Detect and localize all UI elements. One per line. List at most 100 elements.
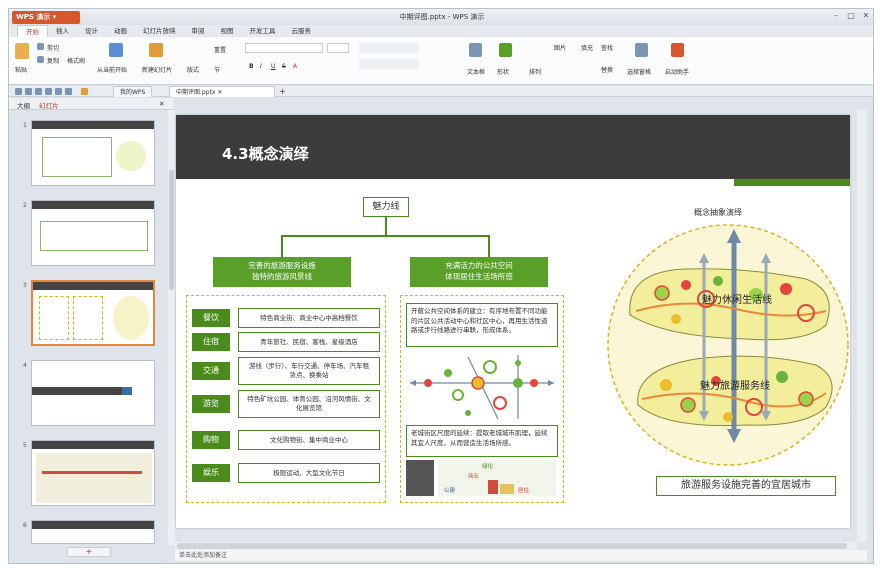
thumb-number: 4 <box>23 362 27 369</box>
more-icon[interactable] <box>81 88 88 95</box>
vertical-scrollbar[interactable] <box>857 110 867 542</box>
tab-home[interactable]: 开始 <box>17 24 48 38</box>
font-color-button[interactable]: A <box>293 63 297 70</box>
notes-area[interactable]: 单击此处添加备注 <box>175 550 867 561</box>
map-label: 居住 <box>518 488 530 494</box>
row-desc: 特色矿坑公园、体育公园、沿河风情街、文化展览馆 <box>238 390 380 418</box>
tab-review[interactable]: 审阅 <box>184 25 213 37</box>
new-slide-icon[interactable] <box>149 43 163 57</box>
slide-thumb[interactable] <box>31 360 155 426</box>
reset-button[interactable]: 重置 <box>214 45 226 54</box>
underline-button[interactable]: U <box>271 63 275 70</box>
preview-icon[interactable] <box>45 88 52 95</box>
paste-icon[interactable] <box>15 43 29 59</box>
tab-design[interactable]: 设计 <box>77 25 106 37</box>
zoning-diagram: 绿化 商业 公建 居住 <box>438 460 556 496</box>
row-desc: 特色商业街、商业中心中高档餐饮 <box>238 308 380 328</box>
thumb-scrollbar[interactable] <box>168 110 175 545</box>
arrange-button[interactable]: 排列 <box>529 67 541 76</box>
thumb-scroll-knob[interactable] <box>169 170 174 290</box>
slide-thumb[interactable] <box>31 200 155 266</box>
redo-icon[interactable] <box>65 88 72 95</box>
row-label: 交通 <box>192 362 230 380</box>
format-painter-button[interactable]: 格式刷 <box>67 56 85 65</box>
slideshow-icon[interactable] <box>109 43 123 57</box>
ribbon-tabs: 开始 插入 设计 动画 幻灯片放映 审阅 视图 开发工具 云服务 <box>9 24 873 38</box>
horizontal-scrollbar[interactable] <box>175 542 857 550</box>
undo-icon[interactable] <box>55 88 62 95</box>
row-label: 餐饮 <box>192 309 230 327</box>
textbox-button[interactable]: 文本框 <box>467 67 485 76</box>
ribbon: 粘贴 剪切 复制 格式刷 从当前开始 新建幻灯片 版式 重置 节 B I U S… <box>9 37 873 85</box>
print-icon[interactable] <box>35 88 42 95</box>
quick-access-bar: 我的WPS 中期评图.pptx ✕ + <box>9 86 873 97</box>
tree-line <box>385 217 387 235</box>
helper-icon[interactable] <box>671 43 684 57</box>
select-pane-button[interactable]: 选择窗格 <box>627 67 651 76</box>
section-button[interactable]: 节 <box>214 65 220 74</box>
pane-close-icon[interactable]: ✕ <box>159 100 164 108</box>
map-label: 绿化 <box>482 464 494 470</box>
italic-button[interactable]: I <box>260 63 262 70</box>
maximize-icon[interactable]: □ <box>844 10 858 22</box>
open-icon[interactable] <box>25 88 32 95</box>
tab-slideshow[interactable]: 幻灯片放映 <box>135 25 184 37</box>
thumb-number: 3 <box>23 282 27 289</box>
find-button[interactable]: 查找 <box>601 43 613 52</box>
textbox-icon[interactable] <box>469 43 482 57</box>
shape-icon[interactable] <box>499 43 512 57</box>
new-tab-icon[interactable]: + <box>279 87 286 96</box>
hscroll-knob[interactable] <box>177 543 847 549</box>
shape-button[interactable]: 形状 <box>497 67 509 76</box>
helper-button[interactable]: 启动助手 <box>665 67 689 76</box>
fill-button[interactable]: 填充 <box>581 43 593 52</box>
copy-button[interactable]: 复制 <box>47 56 59 65</box>
slide-thumb[interactable] <box>31 120 155 186</box>
branch-right-line2: 体现居住生活场所感 <box>445 272 513 281</box>
paragraph-list-icons[interactable] <box>359 59 419 69</box>
from-current-button[interactable]: 从当前开始 <box>97 65 127 74</box>
doc-tab-current-label: 中期评图.pptx <box>176 89 216 96</box>
font-size-select[interactable] <box>327 43 349 53</box>
font-name-select[interactable] <box>245 43 323 53</box>
tab-insert[interactable]: 插入 <box>48 25 77 37</box>
branch-left: 完善的旅游服务设施 独特的旅游风景线 <box>213 257 351 287</box>
thumb-number: 6 <box>23 522 27 529</box>
tab-animation[interactable]: 动画 <box>106 25 135 37</box>
paragraph-align-icons[interactable] <box>359 43 419 53</box>
tab-view[interactable]: 视图 <box>213 25 242 37</box>
paste-button[interactable]: 粘贴 <box>15 65 27 74</box>
doc-tab-close-icon[interactable]: ✕ <box>217 89 222 96</box>
slide-thumb-selected[interactable] <box>31 280 155 346</box>
cut-icon[interactable] <box>37 43 44 50</box>
tab-developer[interactable]: 开发工具 <box>242 25 284 37</box>
paragraph-1: 开敞公共空间体系的建立：有序地布置不同功能的片区公共活动中心和社区中心，再用生活… <box>406 303 558 347</box>
slide-thumb[interactable] <box>31 440 155 506</box>
replace-button[interactable]: 替换 <box>601 65 613 74</box>
abstract-title: 概念抽象演绎 <box>694 208 742 217</box>
minimize-icon[interactable]: – <box>829 10 843 22</box>
doc-tab-mywps[interactable]: 我的WPS <box>113 86 153 97</box>
select-pane-icon[interactable] <box>635 43 648 57</box>
branch-right: 充满活力的公共空间 体现居住生活场所感 <box>410 257 548 287</box>
slide-title: 4.3概念演绎 <box>222 145 309 163</box>
slide-canvas[interactable]: 4.3概念演绎 魅力线 完善的旅游服务设施 独特的旅游风景线 充满活力的公共空间… <box>176 115 850 528</box>
copy-icon[interactable] <box>37 56 44 63</box>
cut-button[interactable]: 剪切 <box>47 43 59 52</box>
branch-right-line1: 充满活力的公共空间 <box>445 261 513 270</box>
add-slide-button[interactable]: + <box>67 547 111 557</box>
strike-button[interactable]: S <box>282 63 286 70</box>
tab-slides[interactable]: 幻灯片 <box>39 100 59 110</box>
tree-line <box>488 235 490 257</box>
new-slide-button[interactable]: 新建幻灯片 <box>142 65 172 74</box>
close-icon[interactable]: ✕ <box>859 10 873 22</box>
layout-button[interactable]: 版式 <box>187 65 199 74</box>
tab-cloud[interactable]: 云服务 <box>284 25 320 37</box>
tab-outline[interactable]: 大纲 <box>17 100 30 110</box>
bold-button[interactable]: B <box>249 63 254 70</box>
save-icon[interactable] <box>15 88 22 95</box>
doc-tab-current[interactable]: 中期评图.pptx ✕ <box>169 86 275 97</box>
picture-button[interactable]: 图片 <box>554 43 566 52</box>
row-desc: 极限运动、大型文化节日 <box>238 463 380 483</box>
slide-thumb[interactable] <box>31 520 155 544</box>
